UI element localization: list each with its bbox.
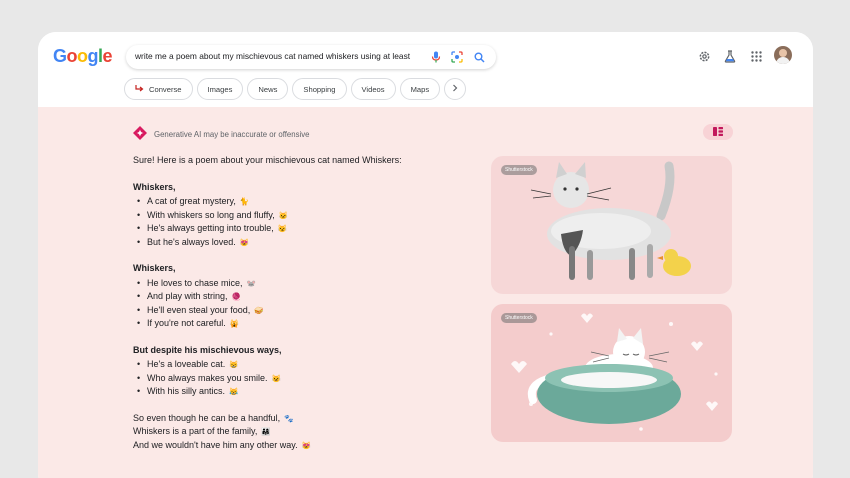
chevron-right-icon	[452, 84, 458, 94]
smile-cat-emoji: 😺	[271, 373, 281, 383]
logo-letter: g	[87, 46, 99, 66]
cat-bed-illustration	[511, 313, 718, 431]
account-avatar[interactable]	[774, 46, 792, 64]
answer-intro: Sure! Here is a poem about your mischiev…	[133, 155, 402, 165]
logo-letter: e	[102, 46, 113, 66]
poem-line: With his silly antics.😹	[133, 385, 463, 399]
stanza-list: He's a loveable cat.😸 Who always makes y…	[133, 358, 463, 399]
chips-more-button[interactable]	[444, 78, 467, 100]
poem-line: If you're not careful.🙀	[133, 317, 463, 331]
line-text: He loves to chase mice,	[147, 277, 243, 288]
sge-panel: Generative AI may be inaccurate or offen…	[38, 107, 813, 478]
chip-maps[interactable]: Maps	[399, 78, 441, 100]
cat-emoji: 🐈	[239, 197, 250, 206]
chip-shopping[interactable]: Shopping	[292, 78, 347, 100]
poem-line: He's always getting into trouble,😼	[133, 222, 463, 236]
mouse-emoji: 🐭	[246, 278, 256, 288]
search-box[interactable]: write me a poem about my mischievous cat…	[126, 45, 496, 69]
smirk-cat-emoji: 😼	[277, 224, 288, 233]
result-image-cat-duck[interactable]: Shutterstock	[491, 156, 732, 294]
layout-toggle-button[interactable]	[703, 124, 733, 140]
sandwich-emoji: 🥪	[254, 305, 264, 315]
chip-label: Converse	[149, 84, 182, 94]
converse-arrow-icon	[135, 84, 144, 94]
line-text: If you're not careful.	[147, 318, 226, 328]
poem-line: With whiskers so long and fluffy,🐱	[133, 209, 463, 223]
stanza-title: But despite his mischievous ways,	[133, 344, 282, 355]
cat-face-emoji: 🐱	[278, 210, 289, 220]
microphone-icon[interactable]	[429, 50, 443, 64]
google-logo[interactable]: Google	[53, 46, 113, 67]
stanza-list: He loves to chase mice,🐭 And play with s…	[133, 277, 463, 331]
line-text: But he's always loved.	[147, 236, 236, 247]
stanza-list: A cat of great mystery,🐈 With whiskers s…	[133, 195, 463, 249]
browser-window: Google write me a poem about my mischiev…	[38, 32, 813, 478]
line-text: Whiskers is a part of the family,	[133, 426, 258, 436]
chip-news[interactable]: News	[247, 78, 289, 100]
yarn-emoji: 🧶	[231, 292, 241, 301]
layout-list-icon	[713, 123, 723, 141]
filter-chips: Converse Images News Shopping Videos Map…	[124, 78, 467, 100]
cat-duck-illustration	[530, 161, 691, 280]
poem-line: He loves to chase mice,🐭	[133, 277, 463, 291]
line-text: A cat of great mystery,	[147, 196, 236, 206]
image-source-badge: Shutterstock	[501, 313, 537, 323]
closing-line: Whiskers is a part of the family, 👨‍👩‍👧	[133, 425, 463, 439]
logo-letter: G	[53, 46, 67, 66]
sge-disclaimer: Generative AI may be inaccurate or offen…	[154, 129, 310, 139]
line-text: And play with string,	[147, 291, 228, 301]
line-text: And we wouldn't have him any other way.	[133, 439, 298, 450]
heart-eyes-cat-emoji: 😻	[301, 440, 311, 450]
chip-images[interactable]: Images	[196, 78, 244, 100]
stanza-title: Whiskers,	[133, 263, 176, 273]
chip-label: Images	[207, 84, 233, 94]
lens-camera-icon[interactable]	[450, 50, 464, 64]
search-icon[interactable]	[472, 50, 486, 64]
line-text: He's always getting into trouble,	[147, 223, 274, 233]
apps-grid-icon[interactable]	[747, 47, 765, 65]
closing-line: So even though he can be a handful, 🐾	[133, 412, 463, 426]
chip-label: News	[258, 84, 278, 94]
line-text: Who always makes you smile.	[147, 372, 268, 383]
stanza-title: Whiskers,	[133, 181, 176, 192]
weary-cat-emoji: 🙀	[229, 319, 240, 328]
sge-header: Generative AI may be inaccurate or offen…	[132, 125, 309, 143]
sge-sparkle-icon	[132, 125, 148, 143]
poem-line: He'll even steal your food,🥪	[133, 304, 463, 318]
chip-label: Maps	[410, 84, 430, 94]
settings-icon[interactable]	[695, 47, 713, 65]
closing-line: And we wouldn't have him any other way. 😻	[133, 439, 463, 453]
joy-cat-emoji: 😹	[229, 387, 239, 396]
heart-eyes-cat-emoji: 😻	[239, 237, 250, 247]
result-image-cat-bed[interactable]: Shutterstock	[491, 304, 732, 442]
line-text: With whiskers so long and fluffy,	[147, 209, 275, 220]
line-text: So even though he can be a handful,	[133, 412, 281, 423]
poem-line: But he's always loved.😻	[133, 236, 463, 250]
poem-line: He's a loveable cat.😸	[133, 358, 463, 372]
grin-cat-emoji: 😸	[229, 360, 239, 369]
search-header: Google write me a poem about my mischiev…	[38, 32, 813, 107]
search-input[interactable]: write me a poem about my mischievous cat…	[135, 51, 415, 61]
chip-label: Videos	[361, 84, 385, 94]
labs-flask-icon[interactable]	[721, 47, 739, 65]
poem-line: And play with string,🧶	[133, 290, 463, 304]
paw-prints-emoji: 🐾	[284, 413, 294, 423]
poem-line: Who always makes you smile.😺	[133, 372, 463, 386]
line-text: With his silly antics.	[147, 386, 226, 396]
poem-line: A cat of great mystery,🐈	[133, 195, 463, 209]
line-text: He'll even steal your food,	[147, 304, 251, 315]
ai-answer: Sure! Here is a poem about your mischiev…	[133, 154, 463, 452]
image-source-badge: Shutterstock	[501, 165, 537, 175]
chip-videos[interactable]: Videos	[350, 78, 396, 100]
line-text: He's a loveable cat.	[147, 359, 226, 369]
logo-letter: o	[77, 46, 88, 66]
chip-converse[interactable]: Converse	[124, 78, 193, 100]
family-emoji: 👨‍👩‍👧	[261, 427, 271, 436]
chip-label: Shopping	[303, 84, 336, 94]
logo-letter: o	[66, 46, 78, 66]
